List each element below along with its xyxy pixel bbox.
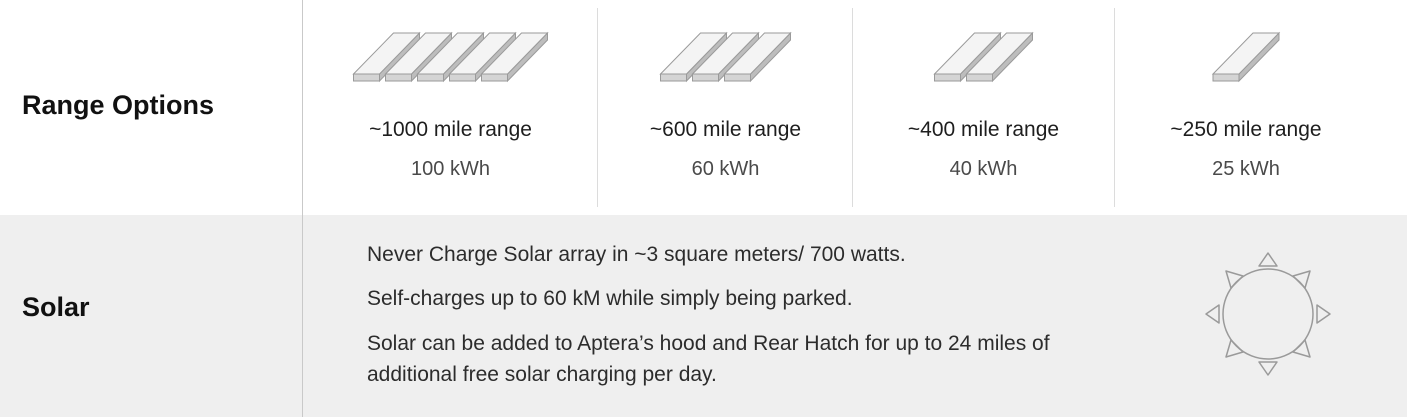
range-option-600: ~600 mile range 60 kWh [598, 0, 853, 215]
range-value: ~1000 mile range [369, 118, 532, 141]
battery-pack-icon [933, 31, 1034, 83]
range-value: ~400 mile range [907, 118, 1060, 141]
battery-pack-icon [659, 31, 792, 83]
battery-pack-icon [1211, 31, 1281, 83]
solar-line: additional free solar charging per day. [367, 363, 717, 386]
solar-line: Never Charge Solar array in ~3 square me… [367, 243, 906, 266]
capacity-value: 40 kWh [949, 158, 1018, 180]
range-option-400: ~400 mile range 40 kWh [853, 0, 1114, 215]
battery-cell [1211, 31, 1281, 83]
range-value: ~600 mile range [649, 118, 802, 141]
solar-line: Self-charges up to 60 kM while simply be… [367, 287, 853, 310]
battery-pack-icon [352, 31, 549, 83]
capacity-value: 25 kWh [1212, 158, 1280, 180]
solar-line: Solar can be added to Aptera’s hood and … [367, 332, 1050, 355]
range-option-1000: ~1000 mile range 100 kWh [303, 0, 598, 215]
sun-icon [1205, 252, 1331, 376]
solar-label: Solar [22, 292, 90, 322]
capacity-value: 60 kWh [691, 158, 760, 180]
range-options-label: Range Options [22, 90, 215, 120]
range-options-row: Range Options ~1000 mile range 100 kWh ~… [0, 0, 1407, 215]
range-value: ~250 mile range [1170, 118, 1322, 141]
label-column-divider [302, 0, 303, 417]
capacity-value: 100 kWh [411, 158, 490, 180]
range-option-250: ~250 mile range 25 kWh [1115, 0, 1377, 215]
